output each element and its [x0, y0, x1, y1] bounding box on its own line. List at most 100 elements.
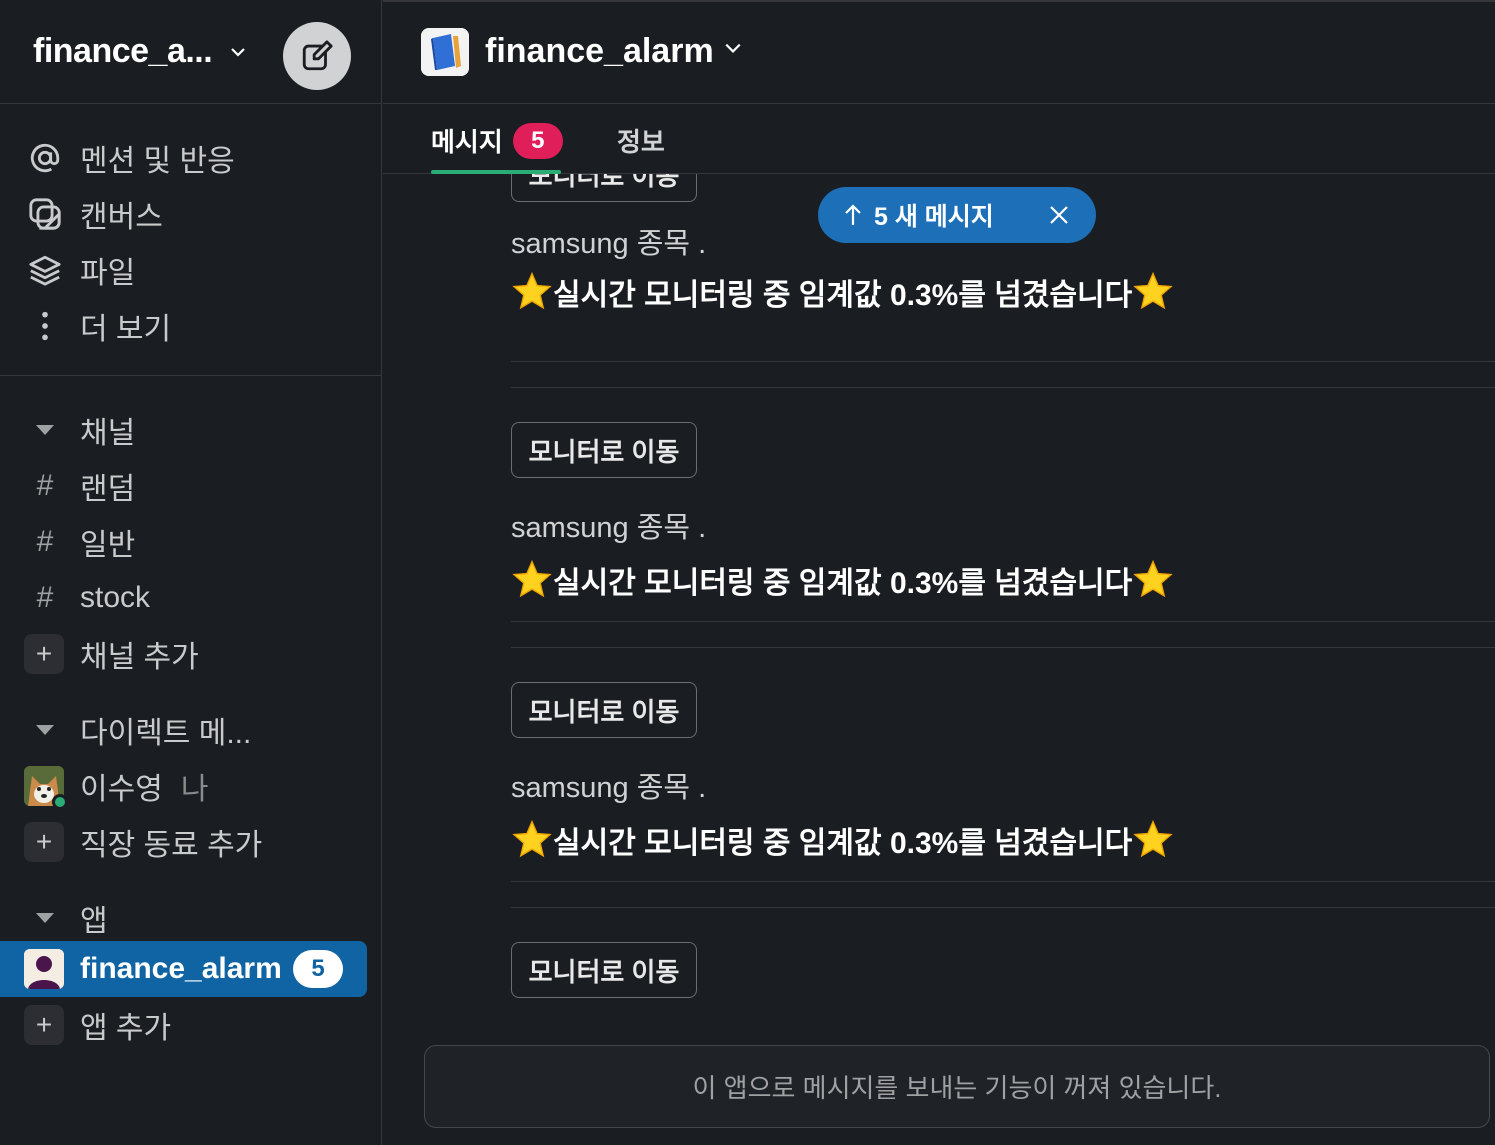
compose-button[interactable] [283, 22, 351, 90]
workspace-name[interactable]: finance_a... [33, 32, 213, 71]
section-header-apps[interactable]: 앱 [0, 890, 381, 946]
chevron-down-icon[interactable] [230, 44, 246, 60]
message-line-2: 실시간 모니터링 중 임계값 0.3%를 넘겼습니다 [511, 818, 1174, 862]
notebook-icon [421, 27, 469, 76]
star-icon [512, 819, 552, 858]
divider [511, 907, 1495, 908]
canvas-icon [28, 197, 62, 231]
nav-more[interactable]: 더 보기 [0, 298, 381, 354]
avatar [24, 766, 68, 810]
message-text: 실시간 모니터링 중 임계값 0.3%를 넘겼습니다 [553, 567, 1133, 600]
arrow-up-icon [845, 204, 861, 225]
message-line-1: samsung 종목 . [511, 228, 707, 260]
channel-tabs: 메시지 5 정보 [383, 104, 1495, 174]
nav-label: 멘션 및 반응 [80, 145, 235, 178]
nav-canvas[interactable]: 캔버스 [0, 186, 381, 242]
add-app-label: 앱 추가 [80, 1012, 172, 1045]
hash-icon: # [36, 581, 54, 614]
unread-badge: 5 [512, 122, 563, 159]
tab-label: 메시지 [431, 127, 503, 157]
presence-indicator [52, 794, 68, 810]
star-icon [1133, 819, 1173, 858]
star-icon [512, 559, 552, 598]
nav-label: 파일 [80, 257, 136, 290]
channel-item-stock[interactable]: # stock [0, 570, 381, 626]
message-composer-disabled: 이 앱으로 메시지를 보내는 기능이 꺼져 있습니다. [424, 1045, 1490, 1128]
divider [511, 387, 1495, 388]
divider [511, 881, 1495, 882]
channel-title[interactable]: finance_alarm [485, 32, 714, 71]
message-line-1: samsung 종목 . [511, 512, 707, 544]
add-channel-label: 채널 추가 [80, 641, 199, 674]
divider [511, 621, 1495, 622]
nav-label: 더 보기 [80, 313, 172, 346]
nav-label: 캔버스 [80, 201, 163, 234]
hash-icon: # [36, 469, 54, 502]
go-to-monitor-button[interactable]: 모니터로 이동 [511, 174, 697, 202]
app-avatar [24, 949, 64, 989]
section-title: 앱 [80, 905, 108, 938]
section-header-channels[interactable]: 채널 [0, 402, 381, 458]
divider [511, 361, 1495, 362]
go-to-monitor-button[interactable]: 모니터로 이동 [511, 422, 697, 478]
add-channel-button[interactable]: + 채널 추가 [0, 626, 381, 682]
star-icon [1133, 559, 1173, 598]
star-icon [1133, 271, 1173, 310]
plus-icon: + [24, 634, 64, 674]
plus-icon: + [24, 822, 64, 862]
add-app-button[interactable]: + 앱 추가 [0, 997, 382, 1053]
tab-label: 정보 [617, 127, 665, 157]
section-header-dms[interactable]: 다이렉트 메... [0, 702, 381, 758]
divider [511, 647, 1495, 648]
section-title: 채널 [80, 417, 136, 450]
channel-item-general[interactable]: # 일반 [0, 514, 381, 570]
section-title: 다이렉트 메... [80, 717, 252, 750]
me-label: 나 [180, 773, 209, 806]
plus-icon: + [24, 1005, 64, 1045]
dm-section: 다이렉트 메... 이수영 나 + 직장 동료 추가 [0, 682, 381, 870]
at-icon [28, 141, 62, 175]
caret-down-icon [28, 901, 62, 935]
more-vertical-icon [28, 309, 62, 343]
dm-item-self[interactable]: 이수영 나 [0, 758, 381, 814]
star-icon [512, 271, 552, 310]
message-text: 실시간 모니터링 중 임계값 0.3%를 넘겼습니다 [553, 827, 1133, 860]
message-text: 실시간 모니터링 중 임계값 0.3%를 넘겼습니다 [553, 279, 1133, 312]
compose-icon [302, 40, 333, 71]
layers-icon [28, 253, 62, 287]
message-line-1: samsung 종목 . [511, 772, 707, 804]
chevron-down-icon[interactable] [724, 39, 742, 57]
add-coworker-button[interactable]: + 직장 동료 추가 [0, 814, 381, 870]
main-panel: finance_alarm 메시지 5 정보 모니터로 이동 samsung 종… [383, 0, 1495, 1145]
go-to-monitor-button[interactable]: 모니터로 이동 [511, 942, 697, 998]
pill-label: 5 새 메시지 [874, 203, 994, 231]
apps-section: 앱 [0, 870, 381, 946]
new-messages-pill[interactable]: 5 새 메시지 [818, 187, 1096, 243]
add-coworker-label: 직장 동료 추가 [80, 829, 263, 862]
channel-item-random[interactable]: # 랜덤 [0, 458, 381, 514]
message-line-2: 실시간 모니터링 중 임계값 0.3%를 넘겼습니다 [511, 558, 1174, 602]
channel-label: stock [80, 581, 151, 614]
nav-files[interactable]: 파일 [0, 242, 381, 298]
message-feed[interactable]: 모니터로 이동 samsung 종목 . 실시간 모니터링 중 임계값 0.3%… [383, 174, 1495, 1044]
caret-down-icon [28, 413, 62, 447]
app-item-finance-alarm[interactable]: finance_alarm 5 [0, 941, 367, 997]
unread-badge: 5 [293, 950, 343, 988]
nav-mentions[interactable]: 멘션 및 반응 [0, 130, 381, 186]
go-to-monitor-button[interactable]: 모니터로 이동 [511, 682, 697, 738]
app-name: finance_alarm [80, 952, 282, 985]
message-line-2: 실시간 모니터링 중 임계값 0.3%를 넘겼습니다 [511, 270, 1174, 314]
channel-label: 일반 [80, 529, 136, 562]
channel-header: finance_alarm [383, 0, 1495, 104]
hash-icon: # [36, 525, 54, 558]
channels-section: 채널 # 랜덤 # 일반 # stock + 채널 추가 [0, 376, 381, 682]
dm-user-name: 이수영 [80, 773, 163, 806]
nav-block: 멘션 및 반응 캔버스 파일 더 보기 [0, 104, 381, 376]
channel-label: 랜덤 [80, 473, 136, 506]
workspace-header[interactable]: finance_a... [0, 0, 381, 104]
tab-messages[interactable]: 메시지 5 [431, 122, 563, 159]
close-icon[interactable] [1048, 204, 1070, 226]
composer-disabled-text: 이 앱으로 메시지를 보내는 기능이 꺼져 있습니다. [692, 1073, 1222, 1103]
caret-down-icon [28, 713, 62, 747]
tab-info[interactable]: 정보 [617, 122, 665, 159]
